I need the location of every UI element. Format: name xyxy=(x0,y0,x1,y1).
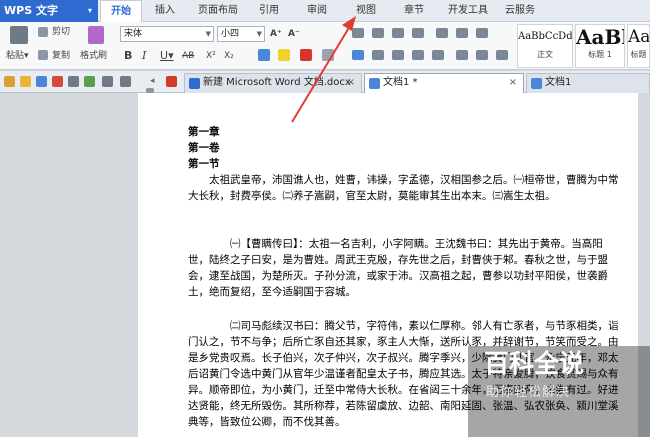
watermark: 百科全说 助你轻松解决 xyxy=(468,346,650,437)
watermark-title: 百科全说 xyxy=(484,349,585,378)
watermark-subtitle: 助你轻松解决 xyxy=(486,385,571,400)
